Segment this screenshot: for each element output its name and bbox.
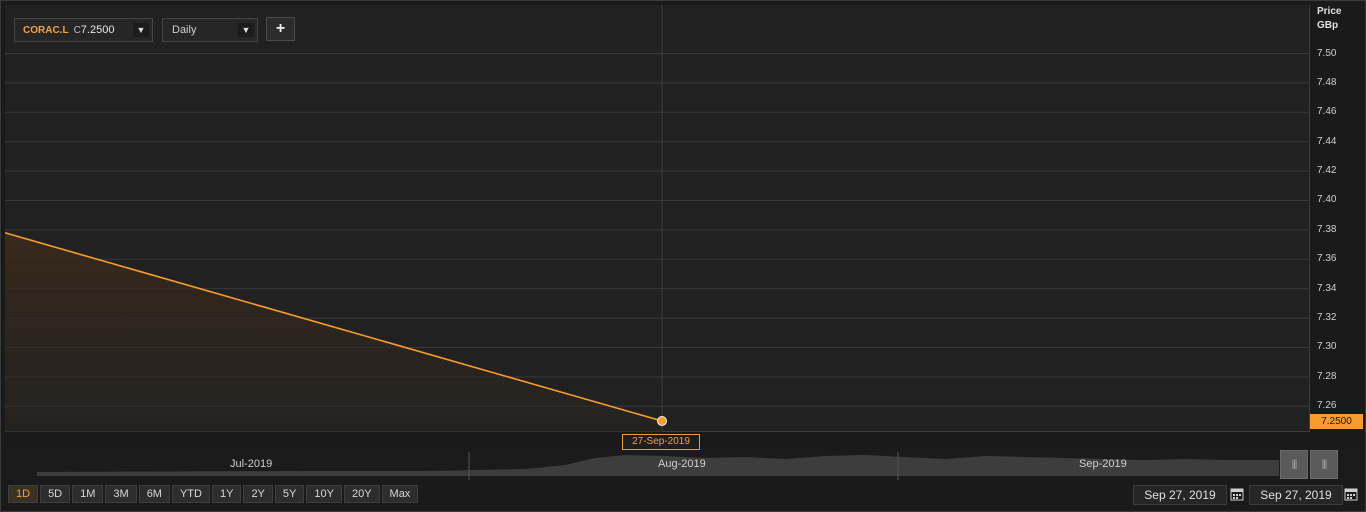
- chart-window: CORAC.L C 7.2500 ▼ Daily ▼ + Price GBp 7…: [0, 0, 1366, 512]
- data-point[interactable]: [657, 415, 667, 426]
- y-tick-label: 7.50: [1317, 47, 1337, 59]
- range-button-5y[interactable]: 5Y: [274, 485, 305, 503]
- interval-label: Daily: [172, 24, 197, 36]
- y-axis-title-line2: GBp: [1317, 20, 1339, 31]
- plus-icon: +: [275, 20, 286, 37]
- range-button-1m[interactable]: 1M: [72, 485, 104, 503]
- y-tick-label: 7.32: [1317, 312, 1337, 324]
- symbol-selector[interactable]: CORAC.L C 7.2500 ▼: [14, 18, 153, 42]
- symbol-label: CORAC.L: [23, 24, 69, 36]
- calendar-icon[interactable]: [1230, 487, 1244, 501]
- y-tick-label: 7.26: [1317, 400, 1337, 412]
- y-tick-label: 7.40: [1317, 194, 1337, 206]
- close-price-value: 7.2500: [80, 24, 115, 36]
- navigator-left-handle[interactable]: |||: [1280, 450, 1308, 479]
- nav-label-jul: Jul-2019: [230, 458, 273, 470]
- y-tick-label: 7.48: [1317, 76, 1337, 88]
- range-button-1d[interactable]: 1D: [8, 485, 39, 503]
- grip-icon: |||: [1321, 459, 1328, 470]
- range-button-1y[interactable]: 1Y: [211, 485, 242, 503]
- nav-label-aug: Aug-2019: [658, 458, 706, 470]
- last-value-badge: 7.2500: [1310, 413, 1363, 429]
- series-area: [5, 232, 662, 432]
- chevron-down-icon[interactable]: ▼: [133, 23, 149, 37]
- range-button-6m[interactable]: 6M: [138, 485, 170, 503]
- y-tick-label: 7.36: [1317, 253, 1337, 265]
- range-button-max[interactable]: Max: [381, 485, 419, 503]
- time-navigator[interactable]: Jul-2019 Aug-2019 Sep-2019: [5, 450, 1365, 480]
- range-button-20y[interactable]: 20Y: [343, 485, 380, 503]
- grip-icon: |||: [1291, 459, 1298, 470]
- y-tick-label: 7.34: [1317, 282, 1337, 294]
- crosshair-date-badge: 27-Sep-2019: [622, 434, 700, 450]
- nav-label-sep: Sep-2019: [1079, 458, 1127, 470]
- close-price-prefix: C: [73, 24, 81, 36]
- chevron-down-icon[interactable]: ▼: [238, 23, 254, 37]
- y-tick-label: 7.44: [1317, 135, 1337, 147]
- y-tick-label: 7.28: [1317, 370, 1337, 382]
- plot-area[interactable]: CORAC.L C 7.2500 ▼ Daily ▼ +: [5, 5, 1310, 432]
- date-to-field[interactable]: Sep 27, 2019: [1249, 485, 1343, 505]
- range-button-3m[interactable]: 3M: [105, 485, 137, 503]
- price-chart: [5, 5, 1310, 432]
- add-series-button[interactable]: +: [266, 17, 295, 41]
- navigator-right-handle[interactable]: |||: [1310, 450, 1338, 479]
- series-layer: [5, 232, 667, 432]
- interval-selector[interactable]: Daily ▼: [162, 18, 258, 42]
- y-axis-title: Price GBp: [1317, 5, 1341, 33]
- y-axis-title-line1: Price: [1317, 6, 1342, 17]
- range-buttons: 1D 5D 1M 3M 6M YTD 1Y 2Y 5Y 10Y 20Y Max: [8, 485, 419, 503]
- y-tick-label: 7.38: [1317, 223, 1337, 235]
- range-button-10y[interactable]: 10Y: [306, 485, 342, 503]
- range-button-ytd[interactable]: YTD: [171, 485, 210, 503]
- date-from-field[interactable]: Sep 27, 2019: [1133, 485, 1227, 505]
- y-tick-label: 7.30: [1317, 341, 1337, 353]
- y-tick-label: 7.46: [1317, 106, 1337, 118]
- y-tick-label: 7.42: [1317, 165, 1337, 177]
- range-button-5d[interactable]: 5D: [40, 485, 71, 503]
- calendar-icon[interactable]: [1344, 487, 1358, 501]
- range-button-2y[interactable]: 2Y: [243, 485, 273, 503]
